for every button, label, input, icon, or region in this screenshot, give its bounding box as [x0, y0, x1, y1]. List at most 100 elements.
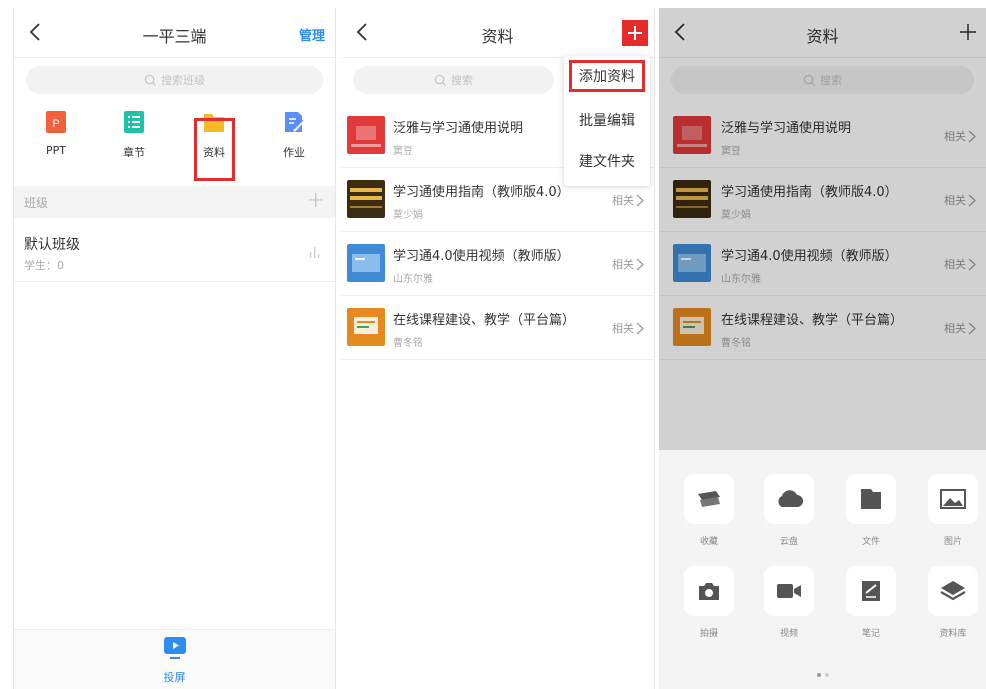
- chevron-left-icon: [29, 23, 40, 41]
- stats-bar-icon[interactable]: [309, 246, 321, 258]
- item-author: 窦豆: [393, 146, 413, 157]
- plus-icon: [960, 24, 976, 40]
- app-chapter[interactable]: 章节: [102, 110, 166, 160]
- list-item[interactable]: 学习通4.0使用视频（教师版） 山东尔雅 相关: [659, 232, 986, 296]
- back-button[interactable]: [22, 18, 50, 46]
- video-icon: [777, 584, 801, 598]
- search-input[interactable]: 搜索: [671, 66, 974, 94]
- note-icon: [862, 581, 880, 601]
- item-title: 学习通4.0使用视频（教师版）: [393, 249, 570, 264]
- item-author: 莫少娟: [721, 210, 751, 221]
- screenshot-collage: 一平三端 管理 搜索班级 P PPT 章节 资料 作业 班级 + 默认班级 学生…: [0, 0, 986, 689]
- chevron-right-icon: [968, 130, 976, 143]
- tab-screen-cast[interactable]: 投屏: [150, 636, 200, 685]
- thumbnail: [673, 180, 711, 218]
- item-author: 山东尔雅: [721, 274, 761, 285]
- item-title: 学习通使用指南（教师版4.0）: [721, 185, 898, 200]
- related-label: 相关: [612, 194, 634, 207]
- related-link[interactable]: 相关: [612, 320, 644, 336]
- section-title: 班级: [24, 196, 49, 210]
- list-item[interactable]: 在线课程建设、教学（平台篇） 曹冬铭 相关: [659, 296, 986, 360]
- chevron-right-icon: [636, 258, 644, 271]
- source-file[interactable]: 文件: [845, 474, 897, 547]
- search-input[interactable]: 搜索: [353, 66, 554, 94]
- chevron-right-icon: [968, 258, 976, 271]
- thumbnail: [347, 308, 385, 346]
- item-title: 泛雅与学习通使用说明: [721, 121, 852, 136]
- related-link[interactable]: 相关: [944, 320, 976, 336]
- list-item[interactable]: 泛雅与学习通使用说明 窦豆 相关: [659, 104, 986, 168]
- item-title: 泛雅与学习通使用说明: [393, 121, 524, 136]
- image-icon: [940, 489, 966, 509]
- item-title: 在线课程建设、教学（平台篇）: [393, 313, 576, 328]
- source-note[interactable]: 笔记: [845, 566, 897, 639]
- page-dot-active: [816, 673, 821, 677]
- related-label: 相关: [944, 194, 966, 207]
- source-library[interactable]: 资料库: [927, 566, 979, 639]
- item-title: 在线课程建设、教学（平台篇）: [721, 313, 904, 328]
- page-dot: [824, 673, 829, 677]
- materials-menu-screen: 资料 搜索 泛雅与学习通使用说明 窦豆 学习通使用指南（教师版4.0） 莫少娟 …: [341, 8, 655, 689]
- nav-bar: 一平三端 管理: [14, 8, 335, 58]
- thumbnail: [347, 116, 385, 154]
- related-link[interactable]: 相关: [944, 192, 976, 208]
- screen-cast-icon: [163, 637, 186, 659]
- tab-label: 投屏: [163, 671, 186, 684]
- thumbnail: [673, 308, 711, 346]
- class-name: 默认班级: [24, 237, 80, 253]
- app-grid: P PPT 章节 资料 作业: [14, 104, 335, 181]
- app-label: PPT: [46, 144, 66, 157]
- search-input[interactable]: 搜索班级: [26, 66, 323, 94]
- add-class-button[interactable]: +: [307, 188, 325, 213]
- list-item[interactable]: 在线课程建设、教学（平台篇） 曹冬铭 相关: [341, 296, 654, 360]
- back-button[interactable]: [349, 18, 377, 46]
- app-ppt[interactable]: P PPT: [24, 110, 88, 157]
- item-author: 曹冬铭: [721, 338, 751, 349]
- add-button[interactable]: [956, 20, 980, 44]
- cloud-icon: [778, 490, 803, 507]
- ppt-icon: P: [46, 111, 66, 133]
- tile-label: 收藏: [699, 537, 718, 547]
- related-link[interactable]: 相关: [944, 256, 976, 272]
- page-indicator: [815, 662, 831, 681]
- related-link[interactable]: 相关: [612, 192, 644, 208]
- class-list-item[interactable]: 默认班级 学生：0: [14, 224, 335, 282]
- source-favorites[interactable]: 收藏: [683, 474, 735, 547]
- chevron-right-icon: [636, 194, 644, 207]
- search-icon: [434, 74, 447, 86]
- app-homework[interactable]: 作业: [262, 110, 326, 160]
- class-section-header: 班级 +: [14, 186, 335, 218]
- menu-new-folder[interactable]: 建文件夹: [564, 142, 650, 182]
- item-author: 莫少娟: [393, 210, 423, 221]
- source-image[interactable]: 图片: [927, 474, 979, 547]
- search-icon: [144, 74, 157, 86]
- page-title: 资料: [481, 27, 514, 46]
- add-material-sheet-screen: 资料 搜索 泛雅与学习通使用说明 窦豆 相关 学习通使用指南（教师版4.0） 莫…: [659, 8, 986, 689]
- menu-batch-edit[interactable]: 批量编辑: [564, 101, 650, 141]
- manage-button[interactable]: 管理: [299, 25, 325, 44]
- back-button[interactable]: [667, 18, 695, 46]
- chevron-left-icon: [674, 23, 685, 41]
- list-item[interactable]: 学习通4.0使用视频（教师版） 山东尔雅 相关: [341, 232, 654, 296]
- chevron-right-icon: [636, 322, 644, 335]
- thumbnail: [673, 244, 711, 282]
- bottom-tab-bar: 投屏: [14, 629, 335, 689]
- source-cloud[interactable]: 云盘: [763, 474, 815, 547]
- item-author: 山东尔雅: [393, 274, 433, 285]
- chevron-right-icon: [968, 322, 976, 335]
- source-video[interactable]: 视频: [763, 566, 815, 639]
- related-label: 相关: [944, 322, 966, 335]
- related-link[interactable]: 相关: [612, 256, 644, 272]
- tile-label: 文件: [861, 537, 880, 547]
- add-button[interactable]: [622, 20, 648, 46]
- tile-label: 拍摄: [699, 629, 718, 639]
- source-camera[interactable]: 拍摄: [683, 566, 735, 639]
- menu-add-material[interactable]: 添加资料: [569, 60, 645, 92]
- related-label: 相关: [944, 130, 966, 143]
- bookmark-icon: [698, 491, 720, 507]
- list-item[interactable]: 学习通使用指南（教师版4.0） 莫少娟 相关: [659, 168, 986, 232]
- related-link[interactable]: 相关: [944, 128, 976, 144]
- search-placeholder: 搜索班级: [161, 74, 205, 87]
- highlight-box: [194, 118, 235, 181]
- add-menu-popup: 添加资料 批量编辑 建文件夹: [564, 56, 650, 186]
